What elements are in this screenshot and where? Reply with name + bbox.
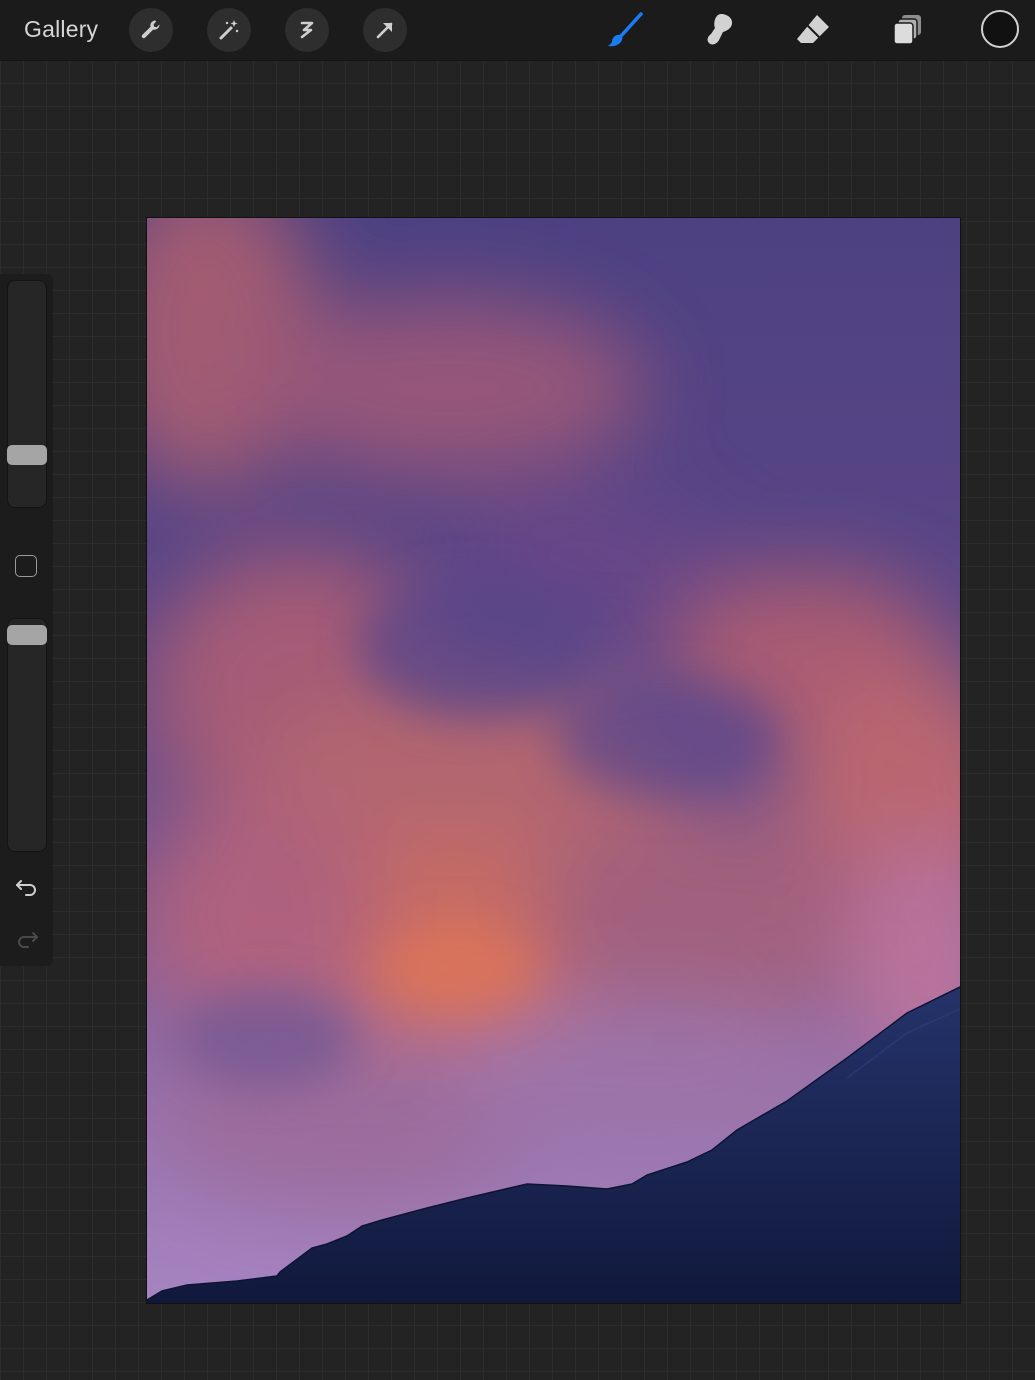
opacity-slider[interactable]	[7, 618, 47, 852]
gallery-button[interactable]: Gallery	[24, 16, 98, 43]
eraser-icon	[797, 15, 829, 43]
brush-size-slider[interactable]	[7, 280, 47, 508]
adjustments-button[interactable]	[207, 8, 251, 52]
selection-button[interactable]	[285, 8, 329, 52]
smudge-icon	[707, 14, 733, 45]
smudge-button[interactable]	[697, 8, 741, 52]
actions-button[interactable]	[129, 8, 173, 52]
eraser-button[interactable]	[791, 8, 835, 52]
top-toolbar: Gallery	[0, 0, 1035, 61]
undo-button[interactable]	[13, 872, 41, 900]
undo-icon	[16, 880, 36, 896]
brush-button[interactable]	[603, 8, 647, 52]
magic-wand-icon	[219, 20, 239, 40]
selection-icon	[300, 21, 314, 39]
color-picker-button[interactable]	[981, 10, 1019, 48]
redo-button[interactable]	[13, 924, 41, 952]
layers-icon	[893, 15, 921, 45]
wrench-icon	[141, 20, 160, 39]
brush-icon	[608, 12, 643, 47]
redo-icon	[18, 932, 38, 948]
transform-button[interactable]	[363, 8, 407, 52]
canvas-workspace: Gallery	[0, 0, 1035, 1380]
sunset-painting	[147, 218, 960, 1303]
left-sidebar	[0, 274, 53, 966]
opacity-thumb[interactable]	[7, 624, 47, 645]
layers-button[interactable]	[885, 8, 929, 52]
brush-size-thumb[interactable]	[7, 444, 47, 465]
transform-arrow-icon	[376, 22, 393, 39]
artwork-canvas[interactable]	[146, 217, 961, 1304]
modify-square-icon[interactable]	[15, 555, 37, 577]
